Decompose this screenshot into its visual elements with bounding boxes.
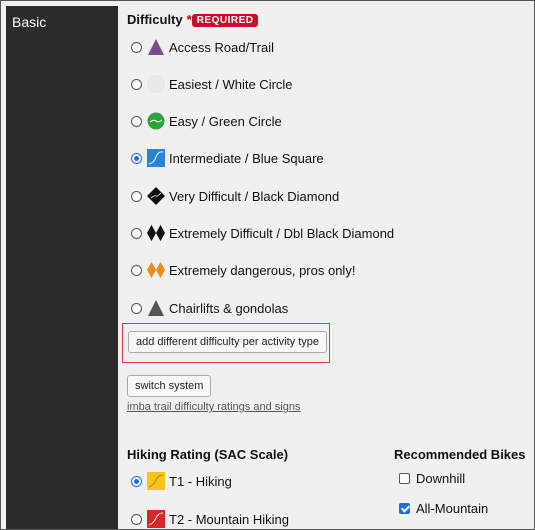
required-badge: REQUIRED	[191, 14, 259, 27]
red-square-icon	[147, 510, 165, 528]
purple-triangle-icon	[148, 39, 164, 55]
hiking-option-t2[interactable]: T2 - Mountain Hiking	[131, 508, 289, 529]
form-frame: Basic Difficulty * REQUIRED Access Road/Tr…	[0, 0, 535, 530]
radio-button[interactable]	[131, 115, 142, 127]
option-label: Downhill	[416, 470, 466, 486]
option-label: Easy / Green Circle	[169, 113, 282, 129]
difficulty-option-intermediate-blue[interactable]: Intermediate / Blue Square	[131, 147, 324, 169]
hiking-title: Hiking Rating (SAC Scale)	[127, 447, 289, 462]
difficulty-option-black-diamond[interactable]: Very Difficult / Black Diamond	[131, 185, 339, 207]
difficulty-option-chairlifts[interactable]: Chairlifts & gondolas	[131, 297, 288, 319]
difficulty-option-pros-only[interactable]: Extremely dangerous, pros only!	[131, 259, 355, 281]
difficulty-option-easiest-white[interactable]: Easiest / White Circle	[131, 73, 293, 95]
sidebar-item-basic[interactable]: Basic	[12, 14, 46, 30]
switch-system-button[interactable]: switch system	[127, 375, 212, 397]
option-label: T1 - Hiking	[169, 473, 232, 489]
bike-option-all-mountain[interactable]: All-Mountain	[399, 497, 488, 519]
green-circle-icon	[147, 112, 165, 130]
option-label: Very Difficult / Black Diamond	[169, 188, 340, 204]
bike-option-downhill[interactable]: Downhill	[399, 467, 465, 489]
gray-triangle-icon	[148, 300, 164, 316]
main-panel: Difficulty * REQUIRED Access Road/Trail Ea…	[122, 1, 534, 529]
option-label: T2 - Mountain Hiking	[169, 511, 289, 527]
radio-button[interactable]	[131, 264, 142, 276]
yellow-square-icon	[147, 472, 165, 490]
option-label: Intermediate / Blue Square	[169, 150, 324, 166]
difficulty-title: Difficulty	[127, 12, 183, 27]
bikes-title: Recommended Bikes	[394, 447, 526, 462]
radio-button[interactable]	[131, 302, 142, 314]
radio-button[interactable]	[131, 227, 142, 239]
checkbox[interactable]	[399, 472, 410, 484]
radio-button[interactable]	[131, 152, 142, 164]
ratings-link[interactable]: imba trail difficulty ratings and signs	[127, 401, 300, 413]
radio-button[interactable]	[131, 78, 142, 90]
hiking-option-t1[interactable]: T1 - Hiking	[131, 470, 232, 492]
option-label: All-Mountain	[416, 500, 489, 516]
blue-square-icon	[147, 149, 165, 167]
double-black-diamond-icon	[147, 224, 165, 242]
difficulty-option-double-black-diamond[interactable]: Extremely Difficult / Dbl Black Diamond	[131, 222, 394, 244]
checkbox[interactable]	[399, 502, 410, 514]
option-label: Easiest / White Circle	[169, 76, 293, 92]
add-difficulty-per-activity-button[interactable]: add different difficulty per activity ty…	[128, 331, 328, 353]
difficulty-heading: Difficulty * REQUIRED	[127, 12, 259, 27]
option-label: Extremely Difficult / Dbl Black Diamond	[169, 225, 395, 241]
option-label: Access Road/Trail	[169, 39, 274, 55]
radio-button[interactable]	[131, 190, 142, 202]
difficulty-option-access-road[interactable]: Access Road/Trail	[131, 36, 274, 58]
option-label: Extremely dangerous, pros only!	[169, 262, 356, 278]
sidebar: Basic	[6, 6, 118, 529]
difficulty-option-easy-green[interactable]: Easy / Green Circle	[131, 110, 282, 132]
radio-button[interactable]	[131, 513, 142, 525]
black-diamond-icon	[147, 187, 165, 205]
option-label: Chairlifts & gondolas	[169, 300, 289, 316]
required-star: *	[186, 12, 192, 27]
orange-double-diamond-icon	[147, 261, 165, 279]
white-circle-icon	[147, 75, 165, 93]
radio-button[interactable]	[131, 41, 142, 53]
radio-button[interactable]	[131, 475, 142, 487]
